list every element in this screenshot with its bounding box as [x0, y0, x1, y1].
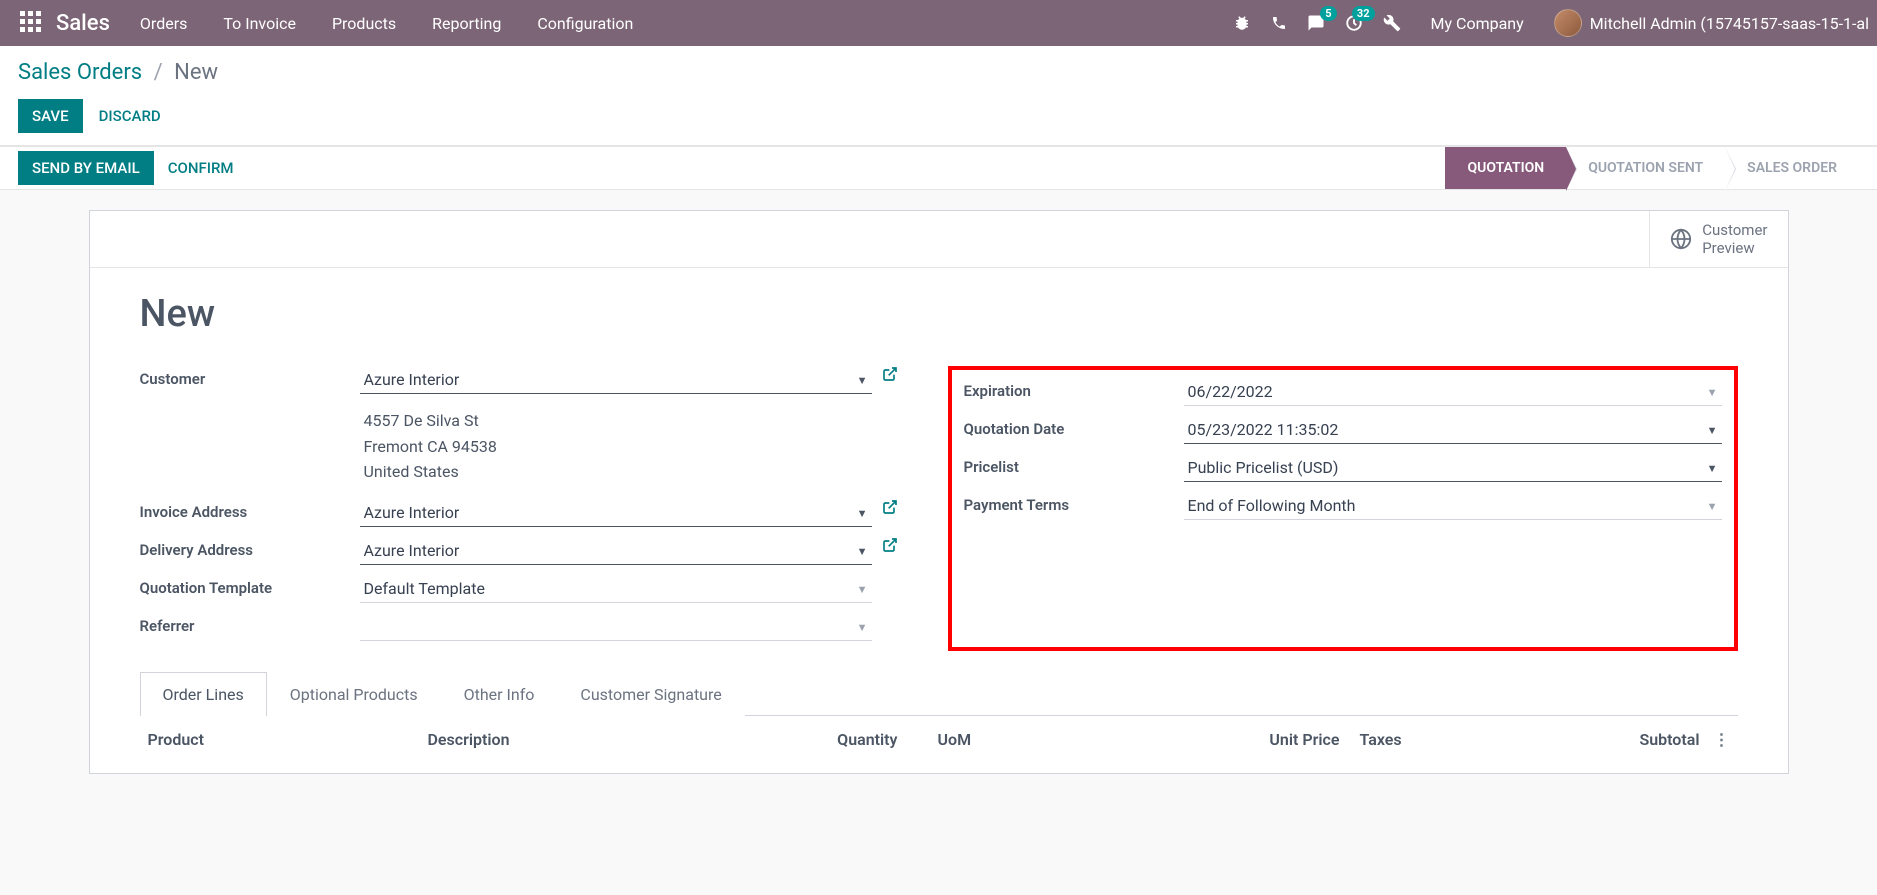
notebook-tabs: Order Lines Optional Products Other Info… — [140, 671, 1738, 716]
globe-icon — [1670, 228, 1692, 250]
kebab-icon[interactable]: ⋮ — [1700, 730, 1730, 749]
company-selector[interactable]: My Company — [1431, 14, 1524, 33]
invoice-address-label: Invoice Address — [140, 499, 360, 521]
form-left-column: Customer ▼ 4557 De Silva St — [140, 366, 898, 651]
referrer-label: Referrer — [140, 613, 360, 635]
tab-other-info[interactable]: Other Info — [441, 672, 558, 716]
pricelist-label: Pricelist — [964, 454, 1184, 476]
quotation-date-field[interactable] — [1184, 416, 1722, 444]
pricelist-field[interactable] — [1184, 454, 1722, 482]
stage-sales-order[interactable]: SALES ORDER — [1725, 147, 1859, 189]
stat-line2: Preview — [1702, 239, 1767, 257]
app-brand[interactable]: Sales — [56, 11, 110, 36]
payment-terms-label: Payment Terms — [964, 492, 1184, 514]
stage-tracker: QUOTATION QUOTATION SENT SALES ORDER — [1445, 147, 1859, 189]
address-line3: United States — [364, 459, 868, 485]
customer-field[interactable] — [360, 366, 872, 394]
bug-icon[interactable] — [1233, 14, 1251, 32]
tools-icon[interactable] — [1383, 14, 1401, 32]
navbar-right: 5 32 My Company Mitchell Admin (15745157… — [1233, 9, 1869, 37]
status-bar: SEND BY EMAIL CONFIRM QUOTATION QUOTATIO… — [0, 146, 1877, 190]
breadcrumb: Sales Orders / New — [18, 60, 1859, 85]
breadcrumb-root[interactable]: Sales Orders — [18, 60, 142, 85]
col-quantity: Quantity — [748, 730, 898, 749]
customer-label: Customer — [140, 366, 360, 388]
nav-links: Orders To Invoice Products Reporting Con… — [140, 14, 633, 33]
external-link-icon[interactable] — [882, 499, 898, 515]
address-line1: 4557 De Silva St — [364, 408, 868, 434]
quotation-template-label: Quotation Template — [140, 575, 360, 597]
nav-reporting[interactable]: Reporting — [432, 14, 501, 33]
payment-terms-field[interactable] — [1184, 492, 1722, 520]
phone-icon[interactable] — [1271, 15, 1287, 31]
nav-configuration[interactable]: Configuration — [537, 14, 633, 33]
stage-quotation[interactable]: QUOTATION — [1445, 147, 1566, 189]
nav-products[interactable]: Products — [332, 14, 396, 33]
tab-order-lines[interactable]: Order Lines — [140, 672, 267, 716]
col-subtotal: Subtotal — [1540, 730, 1700, 749]
control-panel: Sales Orders / New SAVE DISCARD — [0, 46, 1877, 146]
col-taxes: Taxes — [1340, 730, 1540, 749]
delivery-address-label: Delivery Address — [140, 537, 360, 559]
send-by-email-button[interactable]: SEND BY EMAIL — [18, 151, 154, 185]
delivery-address-field[interactable] — [360, 537, 872, 565]
discard-button[interactable]: DISCARD — [95, 99, 165, 133]
col-product: Product — [148, 730, 428, 749]
external-link-icon[interactable] — [882, 366, 898, 382]
activity-icon[interactable]: 32 — [1345, 14, 1363, 32]
username: Mitchell Admin (15745157-saas-15-1-al — [1590, 14, 1869, 33]
tab-optional-products[interactable]: Optional Products — [267, 672, 441, 716]
messages-badge: 5 — [1320, 6, 1336, 21]
nav-to-invoice[interactable]: To Invoice — [223, 14, 296, 33]
col-description: Description — [428, 730, 748, 749]
top-navbar: Sales Orders To Invoice Products Reporti… — [0, 0, 1877, 46]
activity-badge: 32 — [1352, 6, 1375, 21]
external-link-icon[interactable] — [882, 537, 898, 553]
tab-customer-signature[interactable]: Customer Signature — [557, 672, 744, 716]
save-button[interactable]: SAVE — [18, 99, 83, 133]
form-sheet: Customer Preview New Customer ▼ — [89, 210, 1789, 774]
quotation-template-field[interactable] — [360, 575, 872, 603]
referrer-field[interactable] — [360, 613, 872, 641]
stage-quotation-sent[interactable]: QUOTATION SENT — [1566, 147, 1725, 189]
confirm-button[interactable]: CONFIRM — [164, 151, 238, 185]
avatar — [1554, 9, 1582, 37]
form-right-column-highlighted: Expiration ▼ Quotation Date ▼ — [948, 366, 1738, 651]
expiration-label: Expiration — [964, 378, 1184, 400]
messages-icon[interactable]: 5 — [1307, 14, 1325, 32]
nav-orders[interactable]: Orders — [140, 14, 187, 33]
customer-preview-button[interactable]: Customer Preview — [1649, 211, 1787, 267]
apps-icon[interactable] — [20, 11, 44, 35]
order-lines-header: Product Description Quantity UoM Unit Pr… — [140, 716, 1738, 753]
expiration-field[interactable] — [1184, 378, 1722, 406]
col-uom: UoM — [898, 730, 1078, 749]
address-line2: Fremont CA 94538 — [364, 434, 868, 460]
invoice-address-field[interactable] — [360, 499, 872, 527]
breadcrumb-current: New — [174, 60, 218, 85]
col-unit-price: Unit Price — [1210, 730, 1340, 749]
quotation-date-label: Quotation Date — [964, 416, 1184, 438]
stat-line1: Customer — [1702, 221, 1767, 239]
user-menu[interactable]: Mitchell Admin (15745157-saas-15-1-al — [1554, 9, 1869, 37]
form-title: New — [140, 292, 1738, 336]
